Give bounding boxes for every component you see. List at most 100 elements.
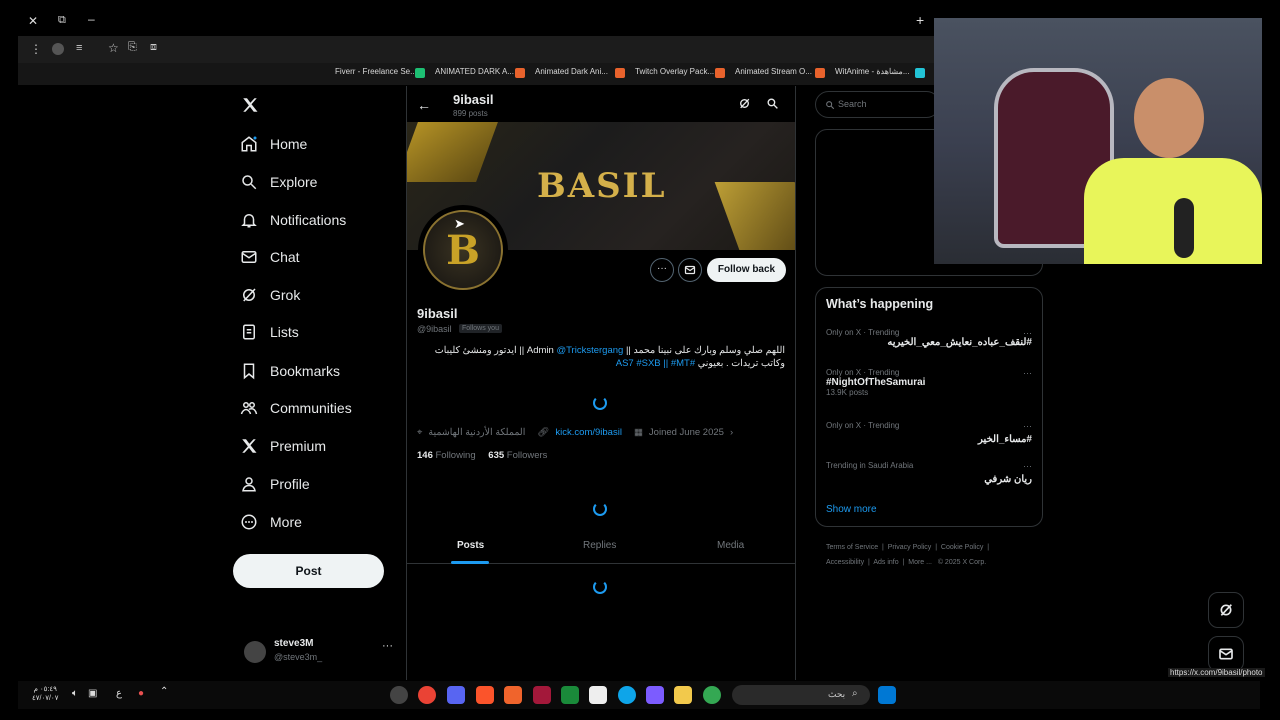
chrome-taskbar-icon[interactable] (418, 686, 436, 704)
restore-window-icon[interactable]: ⧉ (58, 14, 66, 27)
followers-count[interactable]: 635 (488, 450, 504, 461)
close-window-icon[interactable]: ✕ (28, 14, 38, 28)
taskbar-search[interactable]: بحث ⌕ (732, 685, 870, 705)
bell-icon (240, 211, 258, 229)
more-dots-icon[interactable]: ··· (1023, 461, 1032, 471)
more-dots-icon[interactable]: ··· (1023, 368, 1032, 378)
volume-icon[interactable]: 🔈︎ (72, 688, 78, 699)
sidebar-item-chat[interactable]: Chat (240, 243, 300, 271)
copilot-taskbar-icon[interactable] (646, 686, 664, 704)
sidebar-item-bookmarks[interactable]: Bookmarks (240, 357, 340, 385)
trend-name: ريان شرفي (984, 474, 1032, 485)
discord-taskbar-icon[interactable] (447, 686, 465, 704)
bookmark-item[interactable]: ANIMATED DARK A... (435, 67, 514, 76)
bio-text: وكاتب تريدات . بعيوني (697, 358, 785, 369)
profile-avatar-icon[interactable] (52, 43, 64, 55)
search-box[interactable]: Search (815, 91, 940, 118)
search-icon[interactable] (766, 97, 779, 110)
app-taskbar-icon[interactable] (533, 686, 551, 704)
sidebar-item-label: Chat (270, 249, 300, 265)
grok-icon[interactable] (738, 97, 751, 110)
tab-media[interactable]: Media (717, 540, 744, 551)
more-dots-icon[interactable]: ··· (1023, 421, 1032, 431)
tray-chevron-icon[interactable]: ⌃ (160, 686, 168, 697)
app-taskbar-icon[interactable] (561, 686, 579, 704)
network-icon[interactable]: ▣ (88, 688, 97, 699)
new-tab-icon[interactable]: + (916, 12, 924, 28)
x-logo-icon[interactable] (241, 96, 259, 114)
edge-taskbar-icon[interactable] (618, 686, 636, 704)
sidebar-item-more[interactable]: More (240, 508, 302, 536)
trend-item[interactable]: Only on X · Trending #مساء_الخير ··· (826, 421, 1032, 445)
chevron-right-icon[interactable]: › (730, 427, 733, 438)
bookmark-item[interactable]: Fiverr - Freelance Se... (335, 67, 417, 76)
following-label[interactable]: Following (436, 450, 476, 461)
reading-list-icon[interactable]: ≡ (76, 42, 82, 54)
status-url: https://x.com/9ibasil/photo (1168, 668, 1265, 677)
bookmark-item[interactable]: Animated Stream O... (735, 67, 812, 76)
bookmark-favicon (415, 68, 425, 78)
minimize-window-icon[interactable]: – (88, 12, 95, 26)
followers-label[interactable]: Followers (507, 450, 548, 461)
message-button[interactable] (678, 258, 702, 282)
trend-item[interactable]: Trending in Saudi Arabia ريان شرفي ··· (826, 461, 1032, 485)
whats-happening-title: What’s happening (826, 297, 934, 311)
grok-float-button[interactable] (1208, 592, 1244, 628)
menu-dots-icon[interactable]: ⋮ (30, 42, 42, 56)
footer-link[interactable]: Terms of Service (826, 544, 878, 551)
show-more-link[interactable]: Show more (826, 504, 877, 515)
sidebar-item-home[interactable]: Home (240, 130, 307, 158)
banner-gun-decoration (407, 122, 498, 182)
follow-back-button[interactable]: Follow back (707, 258, 786, 282)
calendar-taskbar-icon[interactable] (589, 686, 607, 704)
language-icon[interactable]: ع (116, 688, 122, 699)
footer-link[interactable]: Privacy Policy (888, 544, 932, 551)
share-icon[interactable]: ⎘ (128, 41, 137, 54)
sidebar-item-grok[interactable]: Grok (240, 281, 300, 309)
sidebar-item-profile[interactable]: Profile (240, 470, 310, 498)
profile-header-name: 9ibasil (453, 92, 494, 107)
sidebar-item-premium[interactable]: Premium (240, 432, 326, 460)
trend-name: #NightOfTheSamurai (826, 377, 926, 388)
chrome-taskbar-icon[interactable] (703, 686, 721, 704)
sidebar-item-label: Grok (270, 287, 301, 303)
bookmark-item[interactable]: WitAnime - مشاهدة... (835, 67, 909, 76)
file-explorer-taskbar-icon[interactable] (674, 686, 692, 704)
footer-link[interactable]: Ads info (873, 559, 898, 566)
more-options-button[interactable]: ··· (650, 258, 674, 282)
bio-mention-link[interactable]: @Trickstergang (556, 345, 623, 356)
clock[interactable]: ٠٥:٤٩ م ٤٧/٠٧/٠٧ (32, 685, 58, 703)
app-taskbar-icon[interactable] (504, 686, 522, 704)
bookmark-favicon (715, 68, 725, 78)
taskbar-app-icon[interactable] (390, 686, 408, 704)
brave-taskbar-icon[interactable] (476, 686, 494, 704)
bookmark-item[interactable]: Twitch Overlay Pack... (635, 67, 714, 76)
sidebar-item-notifications[interactable]: Notifications (240, 206, 346, 234)
trend-meta: Trending in Saudi Arabia (826, 461, 914, 470)
more-dots-icon[interactable]: ··· (382, 640, 393, 652)
star-icon[interactable]: ☆ (108, 41, 119, 55)
more-dots-icon[interactable]: ··· (1023, 328, 1032, 338)
trend-item[interactable]: Only on X · Trending #لنقف_عباده_نعايش_م… (826, 328, 1032, 348)
tab-posts[interactable]: Posts (457, 540, 484, 551)
tab-replies[interactable]: Replies (583, 540, 616, 551)
sidebar-item-explore[interactable]: Explore (240, 168, 317, 196)
messages-float-button[interactable] (1208, 636, 1244, 672)
trend-item[interactable]: Only on X · Trending #NightOfTheSamurai … (826, 368, 1032, 397)
bio-hashtags[interactable]: #AS7 #SXB || #MT (616, 358, 695, 369)
following-count[interactable]: 146 (417, 450, 433, 461)
post-button[interactable]: Post (233, 554, 384, 588)
mail-icon (1219, 648, 1233, 660)
back-arrow-icon[interactable]: ← (417, 97, 431, 113)
footer-link[interactable]: Cookie Policy (941, 544, 983, 551)
microphone-icon[interactable]: ● (138, 688, 144, 699)
footer-link[interactable]: More ... (908, 559, 932, 566)
account-switcher[interactable]: steve3M @steve3m_ ··· (244, 638, 394, 668)
extension-icon[interactable]: ⧈ (150, 41, 157, 54)
windows-start-icon[interactable] (878, 686, 896, 704)
sidebar-item-lists[interactable]: Lists (240, 318, 299, 346)
footer-link[interactable]: Accessibility (826, 559, 864, 566)
bookmark-item[interactable]: Animated Dark Ani... (535, 67, 608, 76)
profile-website-link[interactable]: kick.com/9ibasil (555, 427, 622, 438)
sidebar-item-communities[interactable]: Communities (240, 394, 352, 422)
